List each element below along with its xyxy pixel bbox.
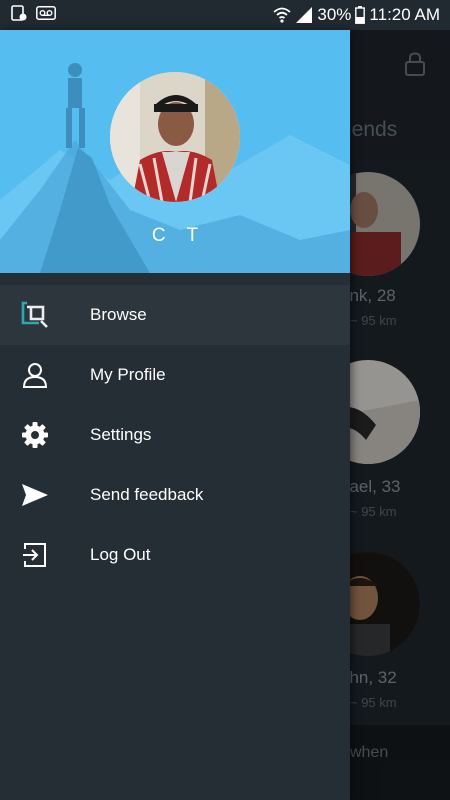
- signal-icon: [295, 6, 313, 24]
- profile-icon: [0, 345, 90, 405]
- gear-icon: [0, 405, 90, 465]
- navigation-drawer: C T Browse My Profile Settings Send feed…: [0, 30, 350, 800]
- menu-item-label: Send feedback: [90, 485, 204, 504]
- menu-item-label: Browse: [90, 305, 147, 324]
- battery-text: 30%: [317, 5, 352, 24]
- menu-item-my-profile[interactable]: My Profile: [0, 345, 350, 405]
- send-icon: [0, 465, 90, 525]
- menu-item-label: Settings: [90, 425, 152, 444]
- clock: 11:20 AM: [369, 5, 440, 24]
- browse-icon: [0, 285, 90, 345]
- menu-item-label: My Profile: [90, 365, 166, 384]
- wifi-icon: [273, 6, 291, 24]
- voicemail-icon: [36, 5, 56, 25]
- menu-item-log-out[interactable]: Log Out: [0, 525, 350, 585]
- menu-item-browse[interactable]: Browse: [0, 285, 350, 345]
- drawer-menu: Browse My Profile Settings Send feedback…: [0, 285, 350, 585]
- menu-item-label: Log Out: [90, 545, 151, 564]
- logout-icon: [0, 525, 90, 585]
- user-avatar[interactable]: [110, 72, 240, 202]
- battery-icon: [355, 6, 366, 24]
- menu-item-send-feedback[interactable]: Send feedback: [0, 465, 350, 525]
- menu-item-settings[interactable]: Settings: [0, 405, 350, 465]
- status-bar: 30% 11:20 AM: [0, 0, 450, 30]
- notification-icon: [10, 4, 28, 27]
- drawer-header: C T: [0, 30, 350, 273]
- user-name: C T: [151, 225, 207, 246]
